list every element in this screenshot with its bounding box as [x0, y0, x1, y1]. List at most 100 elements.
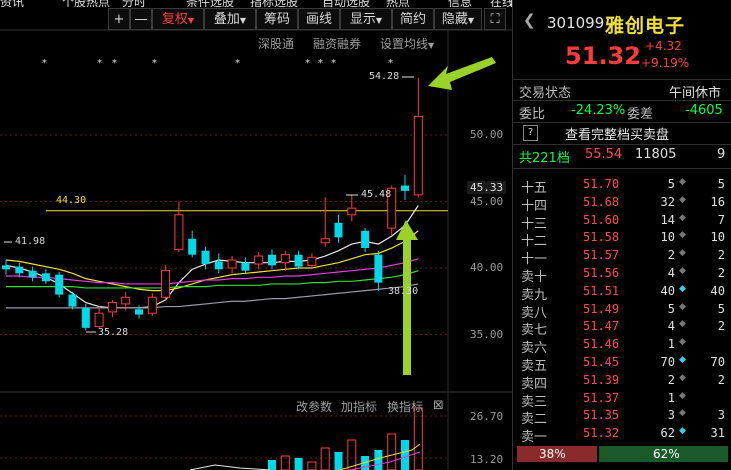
- candle-body-down: [28, 270, 37, 278]
- event-marker[interactable]: *: [331, 58, 336, 69]
- price-axis-label: 35.00: [470, 328, 504, 341]
- weibi-value: -24.23%: [571, 103, 626, 118]
- order-book-row[interactable]: [513, 318, 731, 335]
- mid-high-price-label: 45.48: [361, 189, 392, 200]
- order-book-row[interactable]: [513, 247, 731, 264]
- event-marker[interactable]: *: [112, 58, 117, 69]
- volume-bar: [294, 458, 303, 470]
- divider: [513, 144, 731, 145]
- kline-chart-panel[interactable]: 资讯个股热点分时条件选股指标选股自动选股热点信息在线同花顺 + — 复权▼ 叠加…: [0, 0, 512, 470]
- price-axis-label: 50.00: [470, 128, 504, 141]
- volume-ma-line: [349, 451, 421, 470]
- switch-indicator-button[interactable]: 换指标: [387, 398, 423, 415]
- order-book-row[interactable]: [513, 336, 731, 353]
- divider: [513, 168, 731, 169]
- add-indicator-button[interactable]: 加指标: [341, 398, 377, 415]
- order-book-row[interactable]: [513, 354, 731, 371]
- divider: [513, 122, 731, 123]
- candle-body-down: [268, 254, 276, 266]
- candle-body-down: [135, 309, 143, 315]
- event-marker[interactable]: *: [42, 58, 47, 69]
- candle-body-down: [241, 262, 250, 271]
- quote-panel-top-strip: [513, 0, 731, 8]
- current-price-axis-label: 45.33: [467, 181, 507, 194]
- stock-name: 雅创电子: [605, 15, 686, 37]
- volume-bar: [307, 461, 317, 470]
- change-params-button[interactable]: 改参数: [296, 398, 332, 415]
- annotation-arrow-icon: [396, 220, 418, 375]
- volume-bar: [334, 452, 343, 470]
- buy-ratio-text: 62%: [653, 447, 680, 461]
- divider: [513, 79, 731, 80]
- candle-body-down: [2, 265, 10, 270]
- order-book-row[interactable]: [513, 425, 731, 442]
- candle-body-down: [55, 274, 64, 295]
- candle-body-up: [107, 302, 117, 313]
- order-book-row[interactable]: [513, 390, 731, 407]
- buy-sell-ratio-bar: 38% 62%: [517, 446, 728, 462]
- total-levels-price: 55.54: [585, 147, 623, 162]
- order-book-row[interactable]: [513, 212, 731, 229]
- candle-body-down: [15, 266, 24, 274]
- ma-line-gray: [6, 283, 419, 309]
- candle-body-up: [174, 214, 184, 250]
- full-order-book-link[interactable]: 查看完整档买卖盘: [565, 124, 669, 143]
- total-levels-label: 共221档: [519, 151, 570, 166]
- candle-body-down: [188, 238, 197, 255]
- order-book-row[interactable]: [513, 176, 731, 193]
- order-book-row[interactable]: [513, 194, 731, 211]
- order-book-row[interactable]: [513, 283, 731, 300]
- collapse-arrow-icon[interactable]: ❮: [523, 11, 536, 29]
- order-book-row[interactable]: [513, 301, 731, 318]
- candle-body-up: [254, 255, 264, 265]
- candle-body-up: [413, 115, 423, 196]
- volume-bar: [320, 447, 330, 470]
- candle-body-down: [294, 254, 303, 267]
- order-book-row[interactable]: [513, 407, 731, 424]
- candle-body-up: [347, 207, 357, 216]
- trade-status-value: 午间休市: [669, 86, 722, 101]
- volume-bar: [268, 460, 276, 470]
- volume-ma-line: [189, 464, 271, 470]
- volume-bar: [413, 407, 423, 470]
- order-book-row[interactable]: [513, 265, 731, 282]
- sell-ratio-text: 38%: [539, 447, 566, 461]
- volume-axis-label: 13.20: [470, 453, 504, 466]
- candle-body-down: [68, 294, 77, 307]
- candle-body-up: [147, 296, 157, 314]
- stock-code: 301099: [547, 14, 605, 32]
- price-axis-label: 45.00: [470, 195, 504, 208]
- candle-body-up: [307, 256, 317, 266]
- price-change: +4.32: [645, 39, 682, 53]
- event-marker[interactable]: *: [305, 58, 310, 69]
- event-marker[interactable]: *: [388, 58, 393, 69]
- divider: [513, 100, 731, 101]
- close-indicator-icon[interactable]: ⊠: [433, 398, 444, 413]
- candle-body-up: [94, 312, 104, 328]
- annotation-arrow-icon: [428, 57, 496, 90]
- left-high-price-label: 41.98: [15, 236, 46, 247]
- recent-low-price-label: 38.30: [388, 286, 419, 297]
- event-marker[interactable]: *: [318, 58, 323, 69]
- event-marker[interactable]: *: [235, 58, 240, 69]
- candle-body-up: [280, 254, 290, 264]
- event-marker[interactable]: *: [152, 58, 157, 69]
- candle-body-down: [201, 250, 210, 265]
- help-icon[interactable]: ?: [523, 125, 538, 141]
- candle-body-up: [227, 259, 237, 269]
- candle-body-up: [161, 270, 171, 298]
- order-book-row[interactable]: [513, 229, 731, 246]
- weicha-label: 委差: [627, 107, 654, 122]
- candle-body-down: [81, 307, 90, 328]
- support-line-label: 44.30: [56, 195, 87, 206]
- candle-body-down: [214, 261, 223, 270]
- volume-bar: [387, 433, 397, 470]
- total-levels-count: 9: [717, 147, 726, 162]
- candle-body-down: [334, 222, 343, 238]
- candle-body-down: [361, 230, 370, 249]
- volume-bar: [401, 440, 409, 470]
- weicha-value: -4605: [685, 103, 723, 118]
- order-book-row[interactable]: [513, 372, 731, 389]
- event-marker[interactable]: *: [97, 58, 102, 69]
- volume-bar: [374, 450, 383, 470]
